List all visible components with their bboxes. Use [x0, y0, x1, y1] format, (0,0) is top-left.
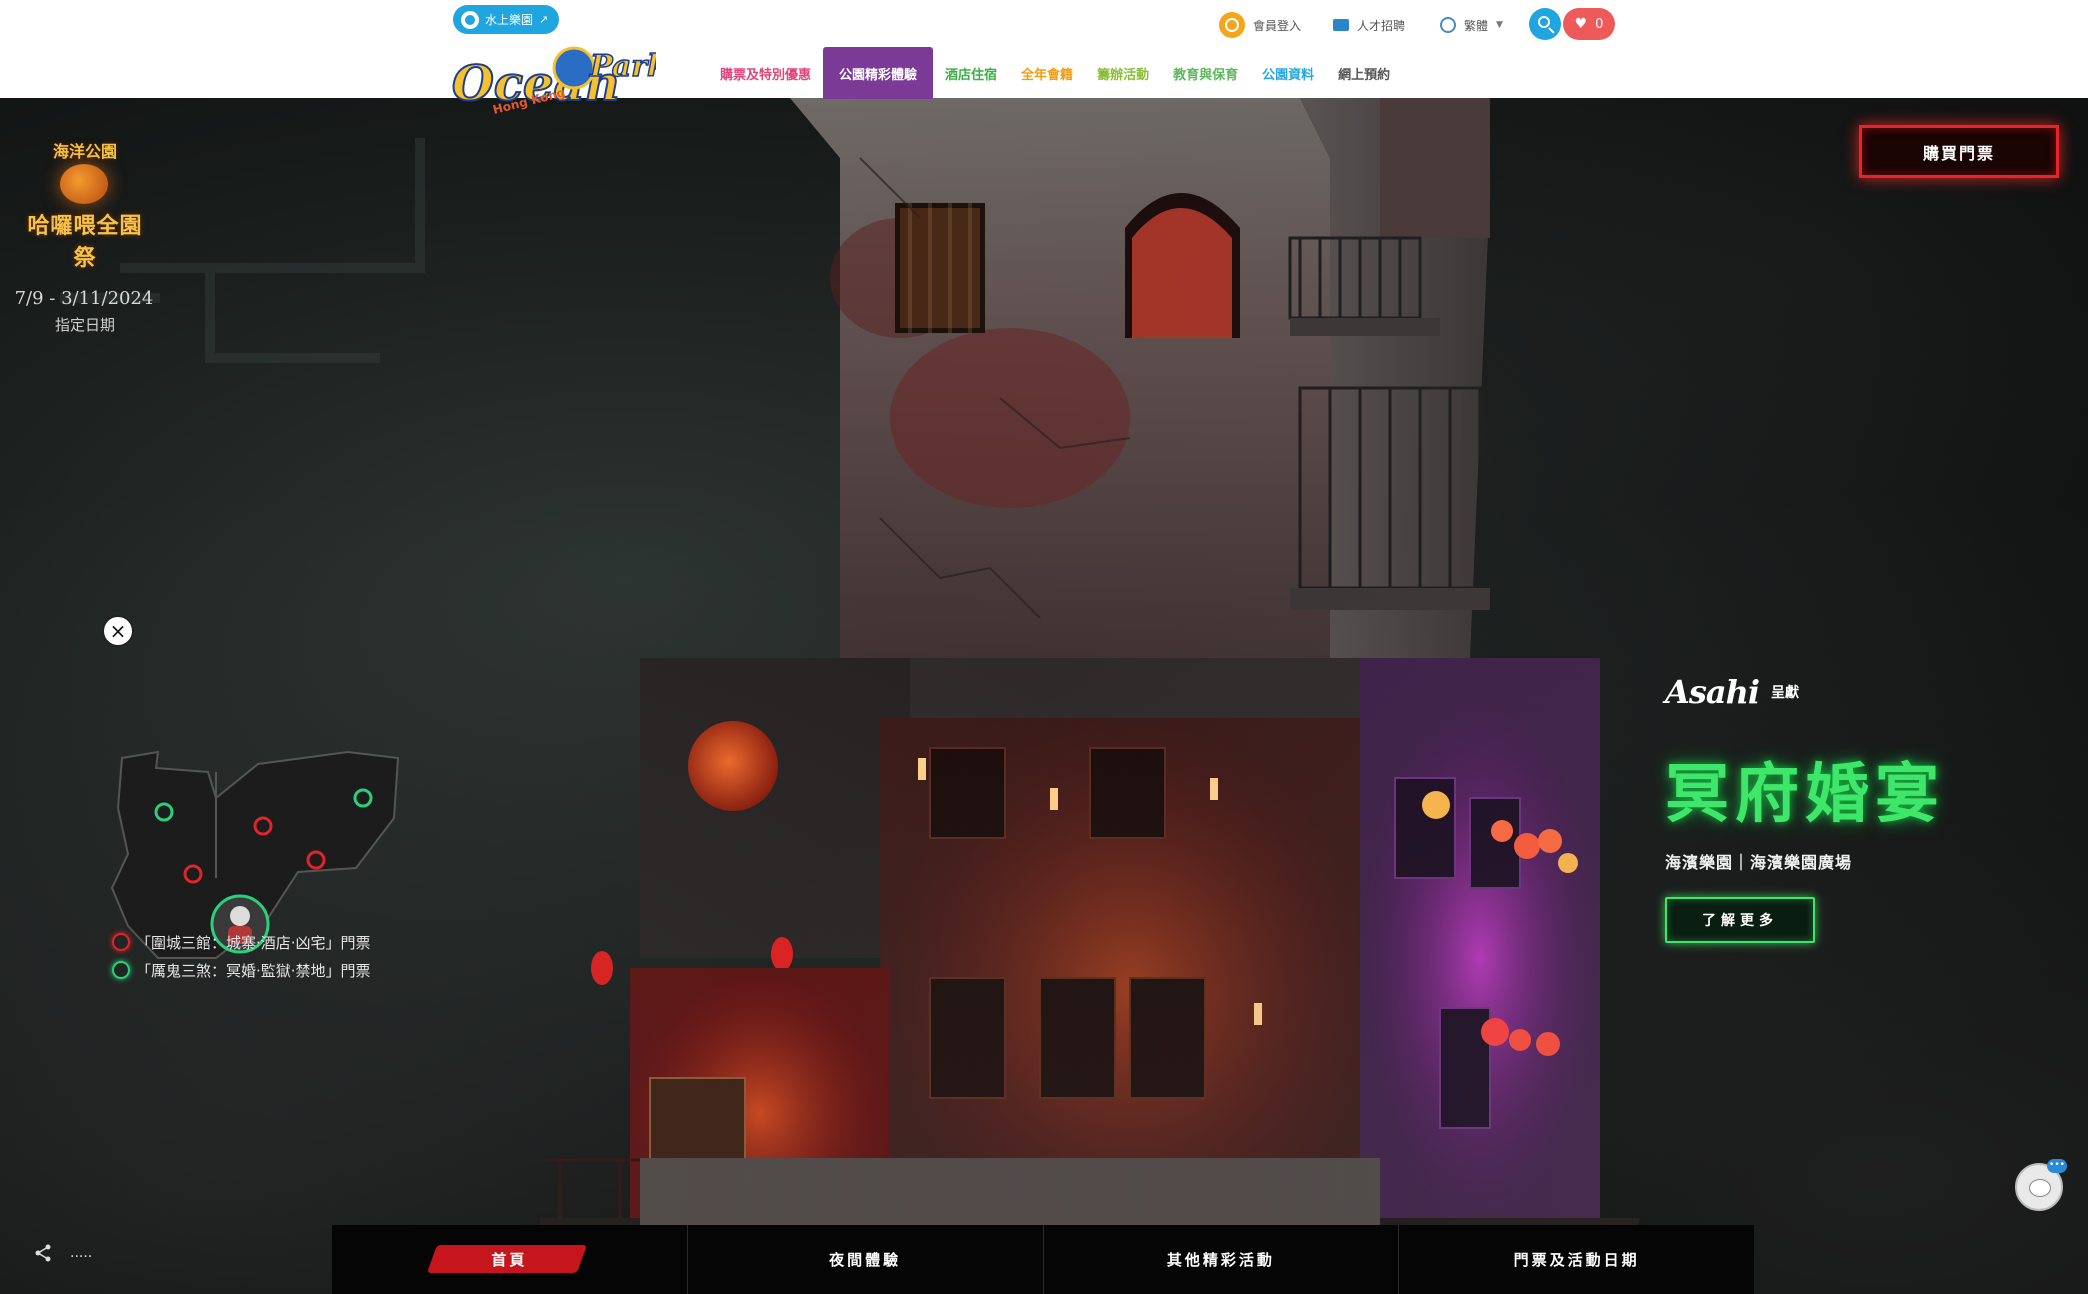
water-park-label: 水上樂園 [485, 13, 534, 27]
buy-ticket-button[interactable]: 購買門票 [1859, 125, 2059, 178]
tab-tickets-dates[interactable]: 門票及活動日期 [1399, 1225, 1754, 1294]
language-label: 繁體 [1464, 18, 1489, 33]
mascot-icon [2029, 1179, 2051, 1197]
festival-brand: 海洋公園 [52, 142, 117, 161]
nav-label: 酒店住宿 [945, 67, 998, 83]
share-bar[interactable]: ..... [34, 1244, 92, 1262]
legend-label: 「厲鬼三煞：冥婚‧監獄‧禁地」門票 [136, 961, 371, 980]
careers-link[interactable]: 人才招聘 [1333, 10, 1405, 40]
close-icon[interactable]: × [102, 615, 134, 647]
nav-label: 全年會籍 [1021, 67, 1074, 83]
water-park-link[interactable]: 水上樂園 ↗ [453, 5, 559, 34]
main-nav: 購票及特別優惠 公園精彩體驗 酒店住宿 全年會籍 籌辦活動 教育與保育 公園資料… [708, 47, 1402, 99]
favorites-button[interactable]: ♥ 0 [1563, 8, 1615, 40]
legend-row[interactable]: 「厲鬼三煞：冥婚‧監獄‧禁地」門票 [112, 956, 371, 984]
nav-park-info[interactable]: 公園資料 [1250, 47, 1326, 99]
festival-dates: 7/9 - 3/11/2024 [14, 288, 154, 309]
learn-more-label: 了解更多 [1702, 913, 1778, 929]
ocean-park-logo[interactable]: Ocean Park Hong Kong [450, 38, 656, 120]
nav-label: 公園資料 [1262, 67, 1315, 83]
favorites-count: 0 [1595, 16, 1604, 32]
nav-park-experience[interactable]: 公園精彩體驗 [823, 47, 934, 99]
nav-reservation[interactable]: 網上預約 [1326, 47, 1402, 99]
water-park-icon [461, 10, 479, 29]
legend-label: 「圍城三館：城寨‧酒店‧凶宅」門票 [136, 933, 371, 952]
share-dots: ..... [70, 1245, 93, 1261]
map-legend: 「圍城三館：城寨‧酒店‧凶宅」門票 「厲鬼三煞：冥婚‧監獄‧禁地」門票 [112, 928, 371, 984]
tab-label: 門票及活動日期 [1513, 1251, 1640, 1269]
site-header: 水上樂園 ↗ Ocean Park Hong Kong 會員登入 人才招聘 繁體… [0, 0, 2088, 117]
nav-label: 教育與保育 [1173, 67, 1239, 83]
tab-night-experience[interactable]: 夜間體驗 [688, 1225, 1044, 1294]
nav-label: 購票及特別優惠 [720, 67, 812, 83]
festival-badge[interactable]: 海洋公園 哈囉喂全園祭 7/9 - 3/11/2024 指定日期 [15, 138, 154, 334]
sponsor-logo: Asahi [1665, 673, 1760, 711]
tab-label: 其他精彩活動 [1166, 1251, 1275, 1269]
nav-events[interactable]: 籌辦活動 [1085, 47, 1161, 99]
nav-tickets[interactable]: 購票及特別優惠 [708, 47, 823, 99]
share-icon [35, 1244, 51, 1262]
event-venue: 海濱樂園｜海濱樂園廣場 [1665, 853, 1853, 872]
nav-membership[interactable]: 全年會籍 [1009, 47, 1085, 99]
svg-text:Park: Park [589, 49, 656, 84]
briefcase-icon [1333, 19, 1349, 31]
red-ring-icon [112, 933, 130, 951]
green-ring-icon [112, 961, 130, 979]
nav-hotels[interactable]: 酒店住宿 [933, 47, 1009, 99]
careers-label: 人才招聘 [1357, 18, 1406, 33]
event-promo: Asahi 呈獻 冥府婚宴 海濱樂園｜海濱樂園廣場 了解更多 [1665, 673, 2005, 943]
nav-education[interactable]: 教育與保育 [1161, 47, 1250, 99]
hero-banner: 海洋公園 哈囉喂全園祭 7/9 - 3/11/2024 指定日期 購買門票 × [0, 98, 2088, 1294]
globe-icon [1440, 17, 1456, 33]
nav-label: 網上預約 [1338, 67, 1391, 83]
event-title: 冥府婚宴 [1665, 757, 1945, 832]
chevron-down-icon: ▼ [1496, 20, 1503, 30]
festival-name: 哈囉喂全園祭 [27, 214, 143, 271]
festival-note: 指定日期 [54, 316, 115, 334]
member-login[interactable]: 會員登入 [1219, 10, 1301, 40]
tab-other-events[interactable]: 其他精彩活動 [1044, 1225, 1400, 1294]
pumpkin-icon [60, 164, 108, 204]
tab-label: 首頁 [491, 1251, 528, 1269]
sponsor-row: Asahi 呈獻 [1665, 673, 2005, 711]
search-button[interactable] [1529, 8, 1561, 40]
nav-label: 籌辦活動 [1097, 67, 1150, 83]
member-login-label: 會員登入 [1253, 18, 1302, 33]
learn-more-button[interactable]: 了解更多 [1665, 897, 1815, 943]
search-icon [1538, 16, 1550, 28]
user-icon [1219, 12, 1245, 38]
tab-label: 夜間體驗 [829, 1251, 902, 1269]
chat-bubble-icon: ••• [2047, 1159, 2067, 1173]
chatbot-button[interactable]: ••• [2015, 1159, 2067, 1211]
legend-row[interactable]: 「圍城三館：城寨‧酒店‧凶宅」門票 [112, 928, 371, 956]
external-link-icon: ↗ [539, 13, 549, 26]
section-tabs: 首頁 夜間體驗 其他精彩活動 門票及活動日期 [332, 1225, 1754, 1294]
buy-ticket-label: 購買門票 [1922, 143, 1995, 163]
tab-home[interactable]: 首頁 [332, 1225, 688, 1294]
language-select[interactable]: 繁體 ▼ [1440, 10, 1503, 40]
heart-icon: ♥ [1574, 16, 1588, 32]
presents-label: 呈獻 [1771, 685, 1799, 701]
nav-label: 公園精彩體驗 [839, 67, 918, 83]
